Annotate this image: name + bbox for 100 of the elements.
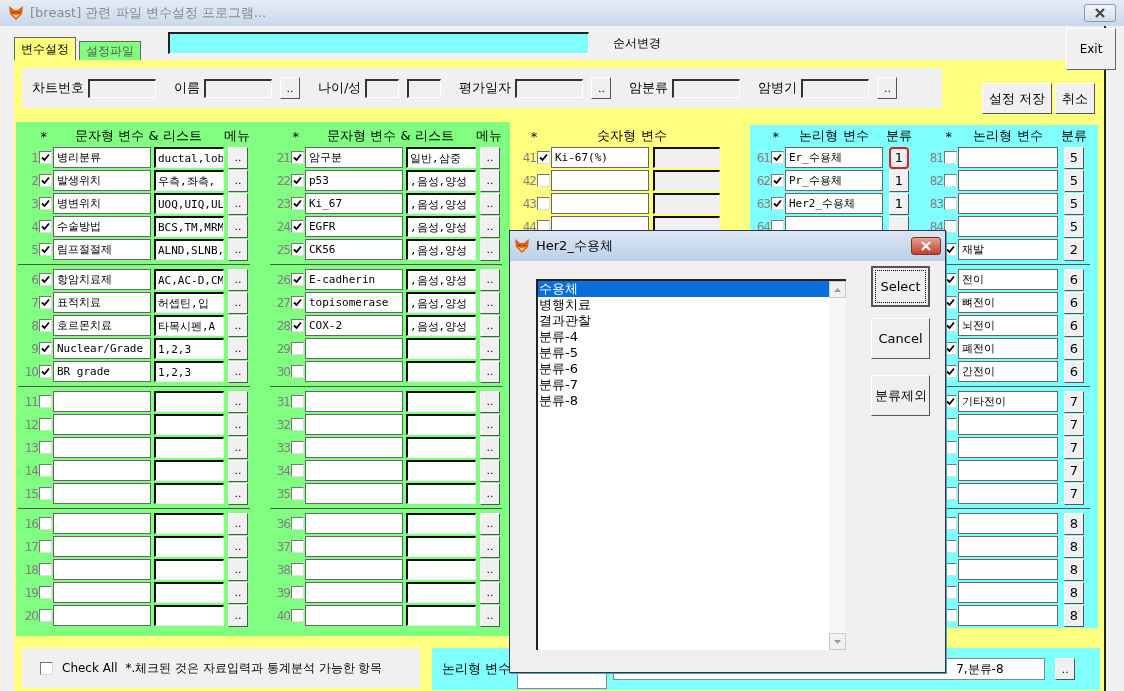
- list-field[interactable]: ,음성,양성: [406, 170, 476, 191]
- name-field[interactable]: [53, 414, 151, 435]
- list-field[interactable]: 일반,삼중: [406, 147, 476, 168]
- list-field[interactable]: [154, 605, 224, 626]
- name-field[interactable]: [305, 437, 403, 458]
- list-field[interactable]: 타목시펜,A: [154, 315, 224, 336]
- checkbox[interactable]: [39, 395, 52, 408]
- menu-button[interactable]: ..: [228, 238, 248, 261]
- close-button[interactable]: [1084, 4, 1116, 22]
- class-button[interactable]: 6: [1064, 314, 1084, 337]
- list-field[interactable]: [406, 361, 476, 382]
- checkbox[interactable]: [39, 220, 52, 233]
- list-field[interactable]: [406, 559, 476, 580]
- list-field[interactable]: 우측,좌측,: [154, 170, 224, 191]
- list-item[interactable]: 분류-5: [538, 345, 829, 361]
- name-field[interactable]: 폐전이: [958, 338, 1058, 359]
- name-field[interactable]: [53, 460, 151, 481]
- class-button[interactable]: 7: [1064, 459, 1084, 482]
- name-field[interactable]: [53, 513, 151, 534]
- list-field[interactable]: [154, 536, 224, 557]
- menu-button[interactable]: ..: [228, 512, 248, 535]
- name-field[interactable]: 표적치료: [53, 292, 151, 313]
- checkbox[interactable]: [771, 197, 784, 210]
- menu-button[interactable]: ..: [480, 238, 500, 261]
- close-button[interactable]: [911, 237, 941, 255]
- name-field[interactable]: Nuclear/Grade: [53, 338, 151, 359]
- checkbox[interactable]: [291, 296, 304, 309]
- list-field[interactable]: AC,AC-D,CM: [154, 269, 224, 290]
- checkbox[interactable]: [291, 319, 304, 332]
- name-field[interactable]: 수술방법: [53, 216, 151, 237]
- list-field[interactable]: BCS,TM,MRM: [154, 216, 224, 237]
- list-field[interactable]: [406, 582, 476, 603]
- list-field[interactable]: [154, 483, 224, 504]
- list-field[interactable]: ,음성,양성: [406, 193, 476, 214]
- tab[interactable]: 설정파일: [79, 41, 141, 60]
- menu-button[interactable]: ..: [480, 535, 500, 558]
- text-field[interactable]: [515, 78, 584, 98]
- name-field[interactable]: [305, 338, 403, 359]
- list-field[interactable]: [406, 460, 476, 481]
- name-field[interactable]: [958, 147, 1058, 168]
- class-button[interactable]: 8: [1064, 558, 1084, 581]
- menu-button[interactable]: ..: [480, 291, 500, 314]
- checkbox[interactable]: [291, 151, 304, 164]
- name-field[interactable]: [53, 559, 151, 580]
- lookup-button[interactable]: ..: [280, 77, 300, 99]
- list-field[interactable]: ,음성,양성: [406, 315, 476, 336]
- menu-button[interactable]: ..: [228, 482, 248, 505]
- checkbox[interactable]: [291, 220, 304, 233]
- checkbox[interactable]: [291, 586, 304, 599]
- text-field[interactable]: [801, 78, 870, 98]
- list-field[interactable]: ,음성,양성: [406, 239, 476, 260]
- menu-button[interactable]: ..: [480, 215, 500, 238]
- name-field[interactable]: Her2_수용체: [785, 193, 883, 214]
- checkbox[interactable]: [39, 243, 52, 256]
- list-field[interactable]: [406, 513, 476, 534]
- menu-button[interactable]: ..: [480, 314, 500, 337]
- menu-button[interactable]: ..: [228, 337, 248, 360]
- checkbox[interactable]: [291, 273, 304, 286]
- menu-button[interactable]: ..: [228, 146, 248, 169]
- class-button[interactable]: 1: [889, 146, 909, 169]
- name-field[interactable]: [958, 605, 1058, 626]
- list-field[interactable]: [406, 483, 476, 504]
- checkbox[interactable]: [39, 464, 52, 477]
- menu-button[interactable]: ..: [228, 268, 248, 291]
- list-field[interactable]: [154, 414, 224, 435]
- list-field[interactable]: [406, 536, 476, 557]
- menu-button[interactable]: ..: [228, 604, 248, 627]
- checkbox[interactable]: [39, 540, 52, 553]
- checkbox[interactable]: [291, 441, 304, 454]
- name-field[interactable]: [551, 193, 649, 214]
- lookup-button[interactable]: ..: [1055, 658, 1076, 680]
- name-field[interactable]: [958, 536, 1058, 557]
- class-button[interactable]: 8: [1064, 512, 1084, 535]
- menu-button[interactable]: ..: [228, 581, 248, 604]
- name-field[interactable]: [958, 216, 1058, 237]
- class-button[interactable]: 5: [1064, 215, 1084, 238]
- checkbox[interactable]: [944, 151, 957, 164]
- checkbox[interactable]: [291, 609, 304, 622]
- class-button[interactable]: 7: [1064, 436, 1084, 459]
- checkbox[interactable]: [291, 517, 304, 530]
- name-field[interactable]: [305, 559, 403, 580]
- class-button[interactable]: 1: [889, 169, 909, 192]
- checkbox[interactable]: [537, 151, 550, 164]
- name-field[interactable]: [958, 559, 1058, 580]
- menu-button[interactable]: ..: [228, 192, 248, 215]
- checkbox[interactable]: [39, 586, 52, 599]
- name-field[interactable]: [53, 536, 151, 557]
- name-field[interactable]: 간전이: [958, 361, 1058, 382]
- class-button[interactable]: 2: [1064, 238, 1084, 261]
- name-field[interactable]: [305, 361, 403, 382]
- name-field[interactable]: 병리분류: [53, 147, 151, 168]
- class-button[interactable]: 5: [1064, 169, 1084, 192]
- dialog-button[interactable]: Select: [871, 266, 930, 307]
- class-button[interactable]: 5: [1064, 192, 1084, 215]
- checkbox[interactable]: [39, 609, 52, 622]
- name-field[interactable]: [53, 605, 151, 626]
- class-button[interactable]: 8: [1064, 535, 1084, 558]
- menu-button[interactable]: ..: [480, 192, 500, 215]
- menu-button[interactable]: ..: [480, 169, 500, 192]
- list-item[interactable]: 수용체: [538, 281, 829, 297]
